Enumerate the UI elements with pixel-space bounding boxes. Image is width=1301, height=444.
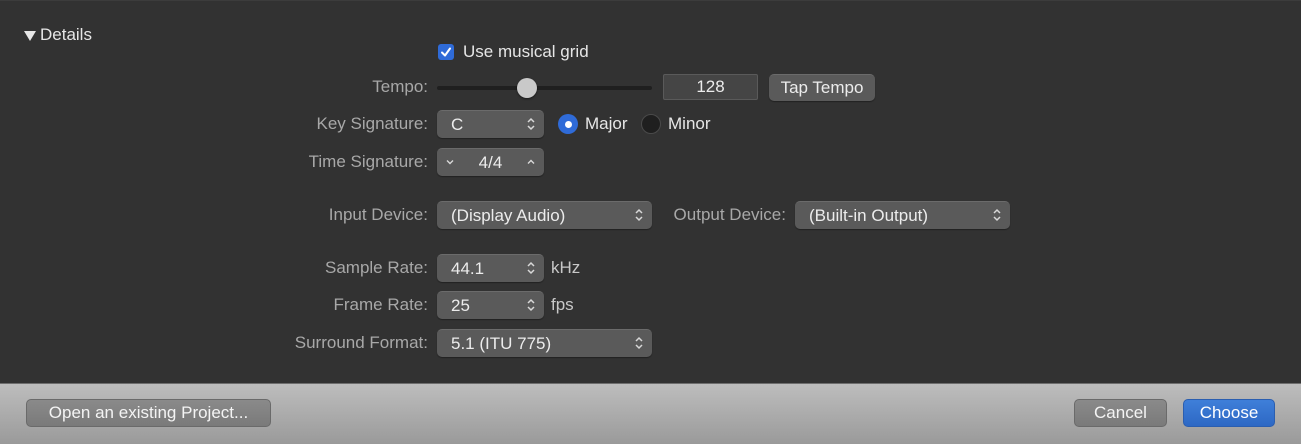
input-device-value: (Display Audio) [451,205,566,225]
choose-button[interactable]: Choose [1183,399,1275,427]
frame-rate-unit: fps [551,295,574,314]
frame-rate-label: Frame Rate: [333,295,428,314]
dialog-footer: Open an existing Project... Cancel Choos… [0,383,1301,444]
updown-chevron-icon [527,298,535,312]
tempo-label: Tempo: [372,77,428,96]
output-device-popup[interactable]: (Built-in Output) [795,201,1010,229]
frame-rate-popup[interactable]: 25 [437,291,544,319]
details-header: Details [40,25,92,44]
chevron-down-icon[interactable] [445,157,455,167]
tap-tempo-button[interactable]: Tap Tempo [769,74,875,101]
output-device-label: Output Device: [673,205,786,224]
major-radio[interactable] [558,114,578,134]
tempo-field[interactable]: 128 [663,74,758,100]
updown-chevron-icon [635,336,643,350]
frame-rate-value: 25 [451,295,470,315]
key-signature-value: C [451,114,464,134]
key-signature-label: Key Signature: [316,114,428,133]
cancel-button[interactable]: Cancel [1074,399,1167,427]
time-signature-value: 4/4 [478,152,503,172]
surround-format-value: 5.1 (ITU 775) [451,333,552,353]
sample-rate-popup[interactable]: 44.1 [437,254,544,282]
open-existing-project-button[interactable]: Open an existing Project... [26,399,271,427]
major-label: Major [585,114,628,133]
key-signature-popup[interactable]: C [437,110,544,138]
tempo-slider-thumb[interactable] [517,78,538,98]
use-musical-grid-label: Use musical grid [463,42,589,61]
details-panel: Details Use musical grid Tempo: 128 Tap … [0,0,1301,383]
checkmark-icon [441,47,451,57]
updown-chevron-icon [993,208,1001,222]
disclosure-triangle-icon [24,30,36,41]
chevron-up-icon[interactable] [526,157,536,167]
input-device-label: Input Device: [328,205,428,224]
tempo-slider-track[interactable] [437,86,652,90]
use-musical-grid-checkbox[interactable] [438,44,454,60]
updown-chevron-icon [527,117,535,131]
details-disclosure[interactable]: Details [24,25,92,45]
input-device-popup[interactable]: (Display Audio) [437,201,652,229]
time-signature-label: Time Signature: [308,152,428,171]
use-musical-grid-row: Use musical grid [438,42,589,62]
surround-format-popup[interactable]: 5.1 (ITU 775) [437,329,652,357]
updown-chevron-icon [527,261,535,275]
output-device-value: (Built-in Output) [809,205,929,225]
sample-rate-value: 44.1 [451,258,485,278]
minor-label: Minor [668,114,711,133]
minor-radio[interactable] [641,114,661,134]
surround-format-label: Surround Format: [294,333,428,352]
time-signature-stepper[interactable]: 4/4 [437,148,544,176]
sample-rate-unit: kHz [551,258,581,277]
sample-rate-label: Sample Rate: [325,258,428,277]
